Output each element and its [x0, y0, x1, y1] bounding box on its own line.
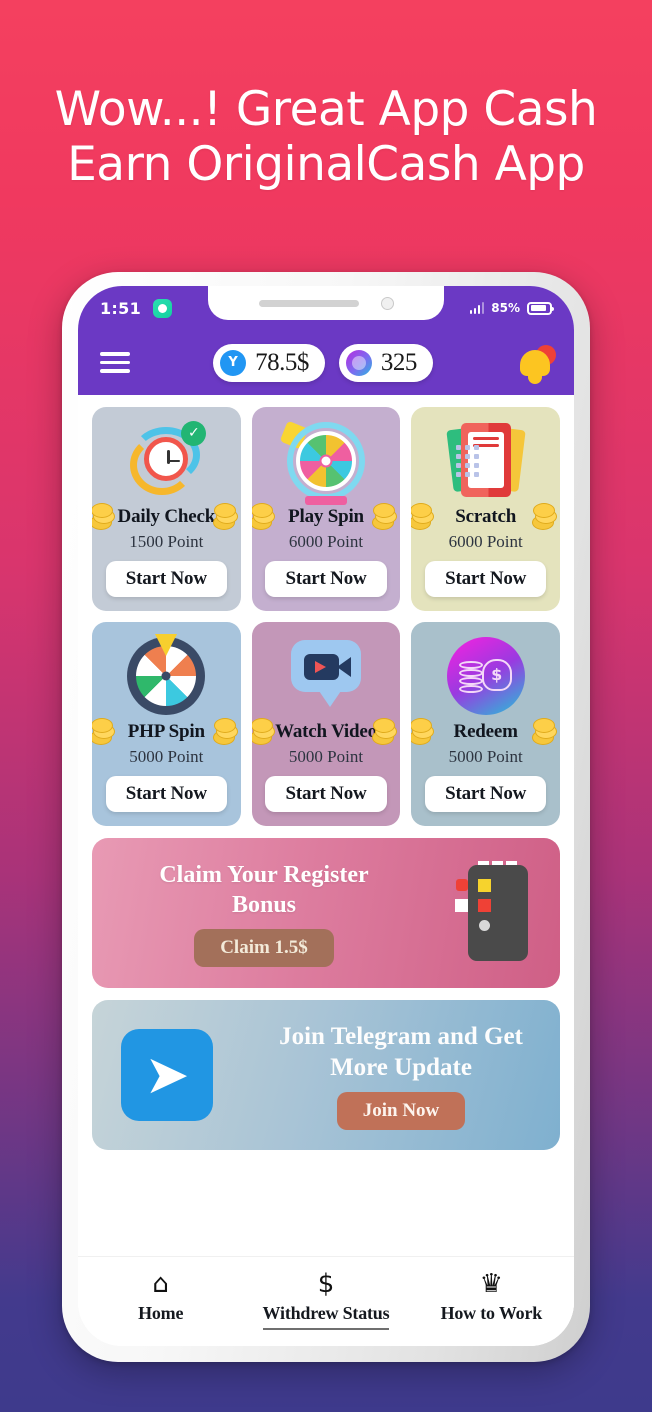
claim-bonus-button[interactable]: Claim 1.5$ — [194, 928, 334, 967]
front-camera-icon — [380, 296, 394, 310]
nav-label: Home — [138, 1303, 184, 1323]
dollar-icon: $ — [317, 1269, 335, 1299]
task-card-play-spin[interactable]: Play Spin 6000 Point Start Now — [251, 407, 401, 611]
bell-icon[interactable] — [516, 341, 558, 385]
promo-headline: Wow...! Great App Cash Earn OriginalCash… — [0, 82, 652, 192]
start-now-button[interactable]: Start Now — [265, 561, 387, 597]
smartphone-icon — [436, 861, 560, 961]
task-points-row: 5000 Point — [251, 718, 398, 767]
bottom-navigation: ⌂ Home $ Withdrew Status ♛ How to Work — [78, 1256, 574, 1346]
telegram-title-line-2: More Update — [330, 1053, 472, 1081]
task-card-scratch[interactable]: Scratch 6000 Point Start Now — [411, 407, 560, 611]
coin-stack-icon — [251, 503, 280, 556]
task-points-row: 6000 Point — [251, 503, 398, 552]
task-card-watch-video[interactable]: Watch Video 5000 Point Start Now — [251, 622, 401, 826]
phone-notch — [208, 286, 444, 320]
coin-icon — [220, 349, 247, 376]
points-chip[interactable]: 325 — [338, 343, 433, 382]
coin-stack-icon — [92, 503, 120, 556]
telegram-banner[interactable]: ➤ Join Telegram and Get More Update Join… — [92, 1000, 560, 1150]
bonus-banner-text: Claim Your Register Bonus Claim 1.5$ — [92, 860, 436, 967]
speaker-grille — [258, 299, 359, 307]
spin-wheel-icon — [279, 420, 365, 505]
coin-stack-icon — [411, 503, 439, 556]
register-bonus-banner[interactable]: Claim Your Register Bonus Claim 1.5$ — [92, 838, 560, 988]
battery-percent: 85% — [491, 301, 520, 315]
task-points: 1500 Point — [129, 532, 204, 551]
battery-icon — [527, 301, 554, 315]
money-bag-icon — [446, 636, 525, 715]
start-now-button[interactable]: Start Now — [425, 776, 547, 812]
app-header: 78.5$ 325 — [78, 330, 574, 395]
scratch-card-icon — [445, 421, 526, 500]
balance-value: 78.5$ — [255, 348, 309, 376]
nav-item-withdrew-status[interactable]: $ Withdrew Status — [251, 1271, 401, 1330]
coin-stack-icon — [372, 718, 400, 771]
task-points: 6000 Point — [448, 532, 523, 551]
task-title: Scratch — [455, 506, 517, 527]
balance-chip[interactable]: 78.5$ — [213, 343, 325, 382]
bell-glyph — [520, 349, 550, 384]
task-points: 5000 Point — [129, 747, 204, 766]
points-icon — [345, 349, 372, 376]
whatsapp-icon — [153, 298, 172, 318]
points-value: 325 — [380, 348, 418, 376]
task-card-daily-check[interactable]: ✓ Daily Check 1500 Point Start Now — [92, 407, 241, 611]
nav-label: How to Work — [440, 1303, 543, 1323]
nav-label: Withdrew Status — [262, 1303, 390, 1330]
coin-stack-icon — [372, 503, 400, 556]
nav-item-home[interactable]: ⌂ Home — [86, 1271, 236, 1324]
task-points-row: 1500 Point — [92, 503, 238, 552]
task-points-row: 5000 Point — [92, 718, 238, 767]
task-card-php-spin[interactable]: PHP Spin 5000 Point Start Now — [92, 622, 241, 826]
start-now-button[interactable]: Start Now — [105, 776, 227, 812]
start-now-button[interactable]: Start Now — [265, 776, 387, 812]
nav-item-how-to-work[interactable]: ♛ How to Work — [416, 1271, 566, 1324]
coin-stack-icon — [532, 718, 560, 771]
telegram-banner-text: Join Telegram and Get More Update Join N… — [242, 1021, 560, 1130]
task-points: 5000 Point — [448, 747, 523, 766]
coin-stack-icon — [411, 718, 439, 771]
task-points: 6000 Point — [288, 532, 364, 551]
php-wheel-icon — [127, 633, 206, 715]
task-title: Watch Video — [275, 721, 377, 742]
status-time: 1:51 — [100, 298, 141, 318]
hamburger-menu-icon[interactable] — [100, 352, 130, 373]
headline-line-2: Earn OriginalCash App — [67, 137, 585, 192]
header-chips: 78.5$ 325 — [140, 343, 506, 382]
telegram-icon: ➤ — [92, 1029, 242, 1121]
bonus-title-line-2: Bonus — [231, 891, 297, 918]
coin-stack-icon — [532, 503, 560, 556]
task-points: 5000 Point — [288, 747, 364, 766]
task-title: Play Spin — [288, 506, 364, 527]
video-bubble-icon — [287, 636, 365, 715]
crown-icon: ♛ — [479, 1269, 503, 1299]
status-bar-right: 85% — [469, 301, 554, 315]
coin-stack-icon — [212, 503, 241, 556]
status-bar: 1:51 85% — [78, 286, 574, 330]
task-title: PHP Spin — [127, 721, 205, 742]
task-points-row: 6000 Point — [411, 503, 557, 552]
task-points-row: 5000 Point — [411, 718, 557, 767]
phone-screen: 1:51 85% 78.5$ — [78, 286, 574, 1346]
start-now-button[interactable]: Start Now — [425, 561, 547, 597]
coin-stack-icon — [92, 718, 120, 771]
clock-check-icon: ✓ — [128, 420, 207, 500]
phone-mockup: 1:51 85% 78.5$ — [62, 272, 590, 1362]
task-title: Daily Check — [117, 506, 216, 527]
join-now-button[interactable]: Join Now — [336, 1091, 466, 1130]
telegram-title-line-1: Join Telegram and Get — [279, 1022, 523, 1050]
task-card-redeem[interactable]: Redeem 5000 Point Start Now — [411, 622, 560, 826]
bonus-title-line-1: Claim Your Register — [159, 861, 369, 888]
coin-stack-icon — [212, 718, 241, 771]
headline-line-1: Wow...! Great App Cash — [54, 82, 598, 137]
task-title: Redeem — [453, 721, 518, 742]
app-content: ✓ Daily Check 1500 Point Start Now Play … — [78, 395, 574, 1346]
start-now-button[interactable]: Start Now — [105, 561, 227, 597]
home-icon: ⌂ — [152, 1269, 169, 1299]
coin-stack-icon — [251, 718, 280, 771]
task-grid: ✓ Daily Check 1500 Point Start Now Play … — [92, 407, 560, 826]
signal-bars-icon — [469, 302, 485, 314]
status-bar-left: 1:51 — [100, 298, 172, 318]
